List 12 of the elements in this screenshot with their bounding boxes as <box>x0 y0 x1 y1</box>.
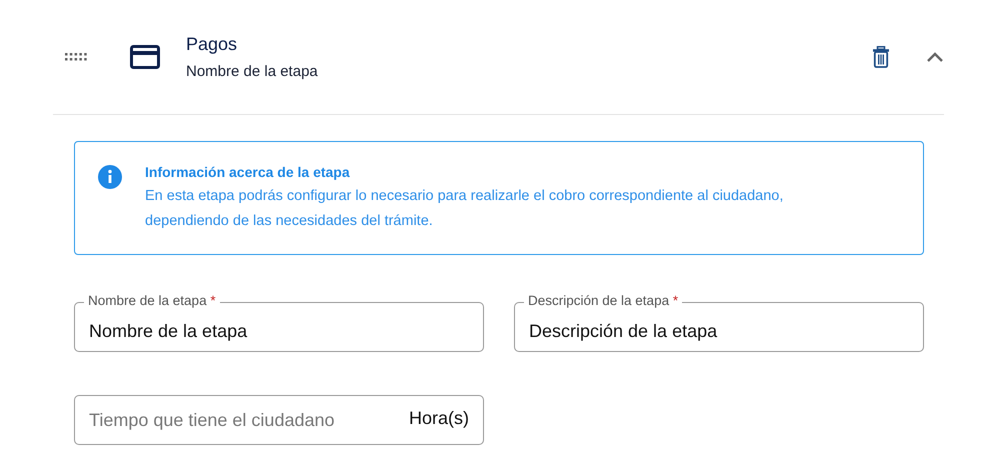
step-title: Pagos <box>186 34 238 55</box>
info-icon <box>97 164 123 190</box>
collapse-chevron-icon[interactable] <box>926 52 944 62</box>
info-text: En esta etapa podrás configurar lo necesario para realizarle el cobro correspondiente al ciudadano, dependiendo de las necesidades del trámite. <box>145 187 784 231</box>
unit-suffix: Hora(s) <box>408 408 469 429</box>
field-label: Descripción de la etapa * <box>524 293 682 308</box>
delete-icon[interactable] <box>872 46 890 68</box>
step-subtitle: Nombre de la etapa <box>186 63 319 80</box>
field-label: Nombre de la etapa * <box>84 293 220 308</box>
credit-card-icon <box>130 45 160 69</box>
drag-handle-icon[interactable] <box>65 53 88 61</box>
info-title: Información acerca de la etapa <box>145 164 351 180</box>
